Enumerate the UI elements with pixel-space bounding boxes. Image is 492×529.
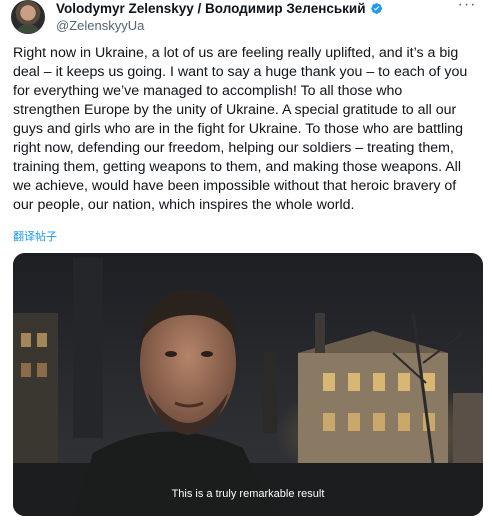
- video-frame: [13, 253, 483, 516]
- author-handle[interactable]: @ZelenskyyUa: [56, 18, 383, 33]
- video-caption: This is a truly remarkable result: [171, 488, 325, 500]
- more-dots-icon[interactable]: ···: [455, 0, 479, 16]
- author-names: Volodymyr Zelenskyy / Володимир Зеленськ…: [56, 0, 383, 33]
- verified-badge-icon: [370, 3, 382, 14]
- tweet-text: Right now in Ukraine, a lot of us are fe…: [13, 45, 468, 213]
- avatar[interactable]: [11, 0, 45, 34]
- translate-post-link[interactable]: 翻译帖子: [13, 228, 57, 244]
- author-display-name[interactable]: Volodymyr Zelenskyy / Володимир Зеленськ…: [56, 1, 366, 16]
- tweet-header: Volodymyr Zelenskyy / Володимир Зеленськ…: [11, 0, 481, 36]
- video-player[interactable]: This is a truly remarkable result: [13, 253, 483, 516]
- name-row: Volodymyr Zelenskyy / Володимир Зеленськ…: [56, 0, 383, 17]
